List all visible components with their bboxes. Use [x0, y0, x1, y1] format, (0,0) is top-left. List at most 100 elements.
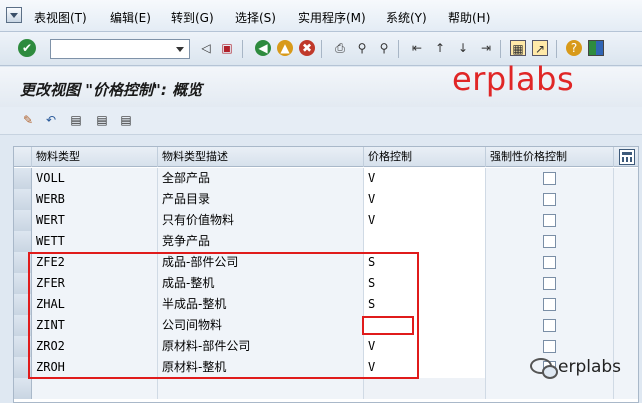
cancel-icon[interactable]: ✖	[299, 40, 315, 56]
menu-goto[interactable]: 转到(G)	[171, 9, 214, 26]
enter-icon[interactable]: ✔	[18, 39, 36, 57]
row-selector[interactable]	[14, 168, 32, 189]
forced-price-control-checkbox[interactable]	[543, 235, 556, 248]
menu-help[interactable]: 帮助(H)	[448, 9, 490, 26]
find-next-icon[interactable]: ⚲	[376, 40, 392, 56]
back-nav-icon[interactable]: ◀	[255, 40, 271, 56]
cell-price-control[interactable]	[364, 378, 486, 399]
menu-selection[interactable]: 选择(S)	[235, 9, 276, 26]
toolbar-separator	[556, 40, 557, 58]
cell-description: 竞争产品	[158, 231, 364, 252]
cell-padding	[614, 252, 638, 273]
annotation-highlight-rows	[28, 252, 419, 379]
layout-icon[interactable]	[588, 40, 604, 56]
row-selector[interactable]	[14, 189, 32, 210]
column-header-material-type[interactable]: 物料类型	[32, 147, 158, 167]
help-icon[interactable]: ?	[566, 40, 582, 56]
cell-padding	[614, 189, 638, 210]
cell-padding	[614, 294, 638, 315]
header-select-all[interactable]	[14, 147, 32, 167]
cell-padding	[614, 231, 638, 252]
forced-price-control-checkbox[interactable]	[543, 340, 556, 353]
annotation-highlight-empty-price	[362, 316, 414, 335]
cell-forced-price-control	[486, 294, 614, 315]
menu-utilities[interactable]: 实用程序(M)	[298, 9, 366, 26]
forced-price-control-checkbox[interactable]	[543, 256, 556, 269]
cell-forced-price-control	[486, 273, 614, 294]
select-block-icon[interactable]: ▤	[94, 112, 110, 128]
first-page-icon[interactable]: ⇤	[409, 40, 425, 56]
cell-material-type: WERT	[32, 210, 158, 231]
forced-price-control-checkbox[interactable]	[543, 277, 556, 290]
column-header-price-control[interactable]: 价格控制	[364, 147, 486, 167]
watermark: erplabs	[452, 60, 575, 98]
application-toolbar: ✎ ↶ ▤ ▤ ▤	[0, 107, 642, 135]
table-header: 物料类型 物料类型描述 价格控制 强制性价格控制	[14, 147, 638, 167]
toolbar-separator	[242, 40, 243, 58]
wechat-badge: erplabs	[530, 357, 621, 379]
forced-price-control-checkbox[interactable]	[543, 214, 556, 227]
badge-text: erplabs	[558, 357, 622, 377]
select-all-icon[interactable]: ▤	[68, 112, 84, 128]
command-dropdown-icon[interactable]	[171, 40, 189, 58]
table-row: WETT 竞争产品	[14, 231, 638, 252]
menu-system[interactable]: 系统(Y)	[386, 9, 427, 26]
next-page-icon[interactable]: ↓	[455, 40, 471, 56]
wechat-icon	[530, 358, 558, 379]
forced-price-control-checkbox[interactable]	[543, 172, 556, 185]
print-icon[interactable]: ⎙	[332, 40, 348, 56]
cell-description	[158, 378, 364, 399]
forced-price-control-checkbox[interactable]	[543, 193, 556, 206]
page-title: 更改视图 "价格控制": 概览	[20, 81, 203, 99]
cell-forced-price-control	[486, 378, 614, 399]
toolbar-separator	[398, 40, 399, 58]
row-selector[interactable]	[14, 210, 32, 231]
cell-forced-price-control	[486, 231, 614, 252]
cell-description: 只有价值物料	[158, 210, 364, 231]
previous-page-icon[interactable]: ↑	[432, 40, 448, 56]
forced-price-control-checkbox[interactable]	[543, 319, 556, 332]
column-header-description[interactable]: 物料类型描述	[158, 147, 364, 167]
row-selector[interactable]	[14, 378, 32, 399]
menu-edit[interactable]: 编辑(E)	[110, 9, 151, 26]
command-input[interactable]	[51, 40, 171, 58]
last-page-icon[interactable]: ⇥	[478, 40, 494, 56]
cell-material-type: WETT	[32, 231, 158, 252]
row-selector[interactable]	[14, 231, 32, 252]
cell-forced-price-control	[486, 252, 614, 273]
new-session-icon[interactable]: ▦	[510, 40, 526, 56]
cell-forced-price-control	[486, 315, 614, 336]
column-header-forced-price-control[interactable]: 强制性价格控制	[486, 147, 614, 167]
deselect-all-icon[interactable]: ▤	[118, 112, 134, 128]
table-row: WERT 只有价值物料 V	[14, 210, 638, 231]
toolbar-separator	[321, 40, 322, 58]
table-row: WERB 产品目录 V	[14, 189, 638, 210]
change-display-icon[interactable]: ✎	[20, 112, 36, 128]
system-menu-icon[interactable]	[6, 7, 22, 23]
cell-forced-price-control	[486, 210, 614, 231]
cell-price-control[interactable]: V	[364, 189, 486, 210]
cell-padding	[614, 315, 638, 336]
cell-price-control[interactable]: V	[364, 210, 486, 231]
table-row	[14, 378, 638, 399]
table-settings-icon[interactable]	[619, 149, 635, 165]
save-icon[interactable]: ▣	[219, 40, 235, 56]
cell-description: 产品目录	[158, 189, 364, 210]
menu-bar: 表视图(T) 编辑(E) 转到(G) 选择(S) 实用程序(M) 系统(Y) 帮…	[0, 0, 642, 32]
menu-table-view[interactable]: 表视图(T)	[34, 9, 87, 26]
cell-material-type	[32, 378, 158, 399]
exit-icon[interactable]: ▲	[277, 40, 293, 56]
undo-icon[interactable]: ↶	[43, 112, 59, 128]
cell-price-control[interactable]: V	[364, 168, 486, 189]
forced-price-control-checkbox[interactable]	[543, 298, 556, 311]
back-icon[interactable]: ◁	[198, 40, 214, 56]
cell-forced-price-control	[486, 189, 614, 210]
toolbar-separator	[500, 40, 501, 58]
shortcut-icon[interactable]: ↗	[532, 40, 548, 56]
cell-description: 全部产品	[158, 168, 364, 189]
cell-padding	[614, 273, 638, 294]
cell-material-type: VOLL	[32, 168, 158, 189]
find-icon[interactable]: ⚲	[354, 40, 370, 56]
command-field[interactable]	[50, 39, 190, 59]
cell-price-control[interactable]	[364, 231, 486, 252]
